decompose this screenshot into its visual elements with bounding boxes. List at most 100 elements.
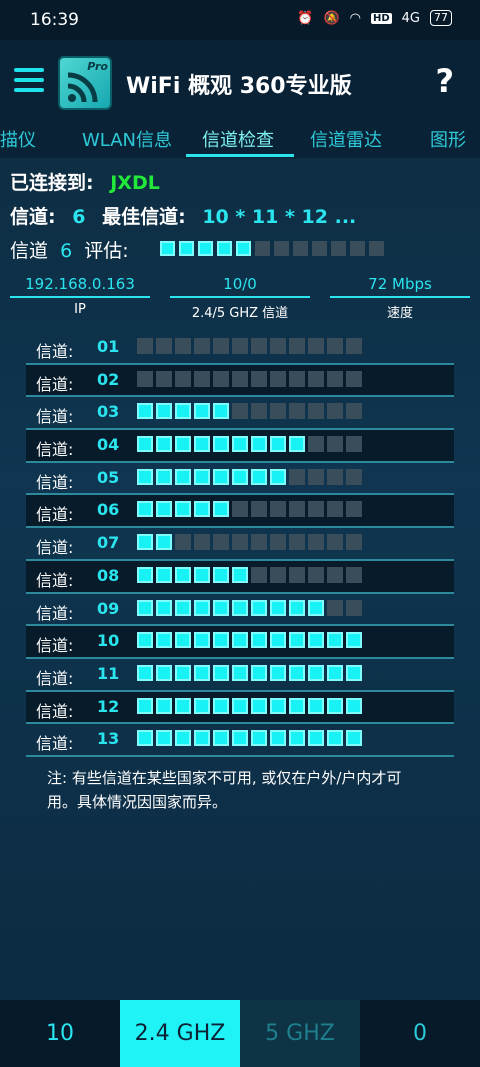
channel-row-label: 信道:: [36, 342, 74, 361]
stat-ip: 192.168.0.163 IP: [10, 275, 150, 317]
tab-scanner[interactable]: 扫描仪: [0, 126, 36, 152]
status-icons: ⏰ 🔕 ◠ HD 4G 77: [297, 10, 452, 26]
usage-block: [232, 534, 248, 551]
usage-block: [232, 664, 248, 681]
usage-block: [232, 599, 248, 616]
usage-block: [194, 599, 210, 616]
help-icon[interactable]: ?: [435, 62, 454, 100]
usage-block: [251, 534, 267, 551]
channel-usage-bar: [137, 370, 362, 387]
usage-block: [308, 468, 324, 485]
usage-block: [346, 632, 362, 649]
usage-block: [270, 468, 286, 485]
tab-graph[interactable]: 图形: [430, 126, 466, 152]
channel-row-label: 信道:: [36, 407, 74, 427]
usage-block: [327, 664, 343, 681]
usage-block: [270, 566, 286, 583]
usage-block: [175, 664, 191, 681]
usage-block: [194, 730, 210, 747]
channel-row: 信道: 04: [26, 430, 454, 463]
usage-block: [289, 403, 305, 420]
channel-row-label: 信道:: [36, 734, 74, 754]
channel-usage-bar: [137, 403, 362, 420]
tab-channel-check[interactable]: 信道检查: [202, 126, 274, 152]
usage-block: [213, 566, 229, 583]
usage-block: [289, 730, 305, 747]
usage-block: [270, 730, 286, 747]
channel-usage-bar: [137, 599, 362, 616]
usage-block: [327, 632, 343, 649]
usage-block: [194, 436, 210, 453]
usage-block: [156, 566, 172, 583]
stat-speed: 72 Mbps 速度: [330, 275, 470, 321]
band-24-button[interactable]: 2.4 GHZ: [120, 1000, 240, 1067]
network-count-5: 0: [413, 1021, 427, 1046]
usage-block: [232, 468, 248, 485]
usage-block: [327, 599, 343, 616]
usage-block: [137, 338, 153, 354]
usage-block: [137, 566, 153, 583]
usage-block: [194, 501, 210, 518]
rating-label-suffix: 评估:: [84, 240, 129, 262]
usage-block: [156, 370, 172, 387]
usage-block: [194, 697, 210, 714]
usage-block: [232, 436, 248, 453]
usage-block: [346, 501, 362, 518]
usage-block: [327, 501, 343, 518]
channel-row-label: 信道:: [36, 440, 74, 460]
channel-row-label: 信道:: [36, 636, 74, 656]
usage-block: [289, 697, 305, 714]
usage-block: [213, 338, 229, 354]
channel-row: 信道: 02: [26, 364, 454, 398]
band-5-button[interactable]: 5 GHZ: [240, 1000, 360, 1067]
channel-row-number: 13: [97, 729, 120, 749]
usage-block: [213, 501, 229, 518]
channel-row-number: 10: [97, 631, 120, 651]
app-logo: Pro: [58, 56, 112, 110]
usage-block: [194, 632, 210, 649]
usage-block: [175, 599, 191, 616]
channel-usage-bar: [137, 501, 362, 518]
usage-block: [346, 534, 362, 551]
usage-block: [251, 697, 267, 714]
channel-row-label: 信道:: [36, 505, 74, 525]
usage-block: [232, 501, 248, 518]
usage-block: [346, 436, 362, 453]
channel-row-number: 04: [97, 435, 120, 455]
bottom-bar: 10 2.4 GHZ 5 GHZ 0: [0, 1000, 480, 1067]
usage-block: [137, 730, 153, 747]
menu-icon[interactable]: [14, 68, 44, 92]
usage-block: [232, 370, 248, 387]
usage-block: [251, 730, 267, 747]
usage-block: [213, 632, 229, 649]
channel-row-number: 08: [97, 565, 120, 585]
best-channel-label: 最佳信道:: [102, 206, 186, 228]
usage-block: [346, 664, 362, 681]
usage-block: [213, 534, 229, 551]
channel-row-number: 07: [97, 533, 120, 553]
channel-row: 信道: 12: [26, 691, 454, 725]
usage-block: [346, 730, 362, 747]
channel-usage-bar: [137, 534, 362, 551]
usage-block: [270, 599, 286, 616]
usage-block: [251, 436, 267, 453]
usage-block: [289, 664, 305, 681]
usage-block: [175, 534, 191, 551]
usage-block: [289, 501, 305, 518]
channel-usage-bar: [137, 664, 362, 681]
usage-block: [308, 534, 324, 551]
usage-block: [289, 632, 305, 649]
rating-block: [369, 241, 384, 256]
connected-line: 已连接到: JXDL: [10, 168, 160, 195]
usage-block: [346, 403, 362, 420]
channel-row: 信道: 03: [26, 397, 454, 431]
usage-block: [194, 468, 210, 485]
usage-block: [137, 632, 153, 649]
usage-block: [308, 370, 324, 387]
usage-block: [346, 468, 362, 485]
tab-channel-radar[interactable]: 信道雷达: [310, 126, 382, 152]
tab-wlan-info[interactable]: WLAN信息: [82, 126, 172, 152]
usage-block: [232, 697, 248, 714]
channel-row-label: 信道:: [36, 538, 74, 558]
current-channel: 6: [72, 206, 86, 228]
